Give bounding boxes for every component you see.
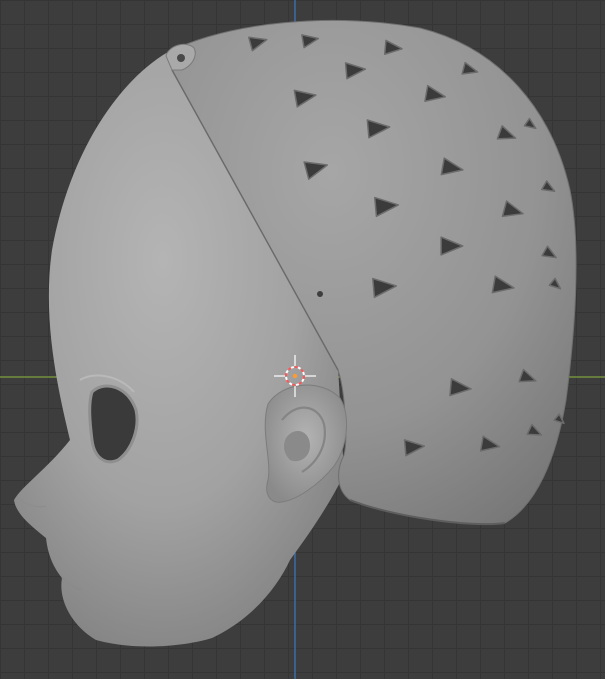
viewport-scene[interactable] xyxy=(0,0,605,679)
3d-viewport[interactable] xyxy=(0,0,605,679)
pin-hole xyxy=(317,291,323,297)
mounting-hole xyxy=(177,54,185,62)
